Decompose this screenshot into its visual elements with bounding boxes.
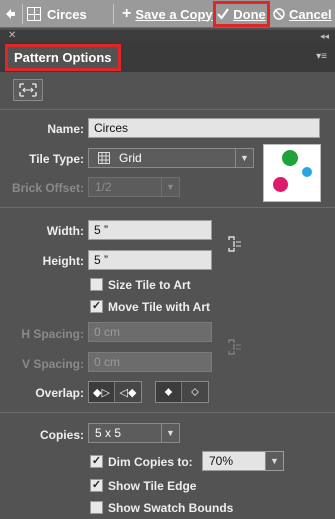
overlap-label: Overlap: bbox=[35, 386, 84, 400]
chevron-down-icon: ▼ bbox=[161, 178, 179, 196]
dim-copies-select[interactable]: 70% ▼ bbox=[202, 451, 284, 471]
brick-offset-value: 1/2 bbox=[95, 180, 112, 194]
brick-offset-select[interactable]: 1/2 ▼ bbox=[88, 177, 180, 197]
move-tile-with-art-label: Move Tile with Art bbox=[108, 300, 211, 314]
chevron-down-icon: ▼ bbox=[235, 149, 253, 167]
dim-copies-value: 70% bbox=[209, 454, 234, 468]
pattern-preview bbox=[263, 144, 321, 202]
panel-title-strip: ✕ ◂◂ bbox=[0, 30, 335, 42]
blue-circle bbox=[302, 167, 312, 177]
show-tile-edge-label: Show Tile Edge bbox=[108, 479, 197, 493]
show-swatch-bounds-checkbox[interactable] bbox=[90, 501, 103, 514]
pattern-swatch-icon bbox=[27, 7, 41, 21]
move-tile-with-art-checkbox[interactable]: ✓ bbox=[90, 300, 103, 313]
close-icon[interactable]: ✕ bbox=[8, 30, 16, 42]
v-spacing-label: V Spacing: bbox=[21, 357, 84, 371]
name-field[interactable]: Circes bbox=[88, 118, 320, 138]
top-in-front-icon[interactable]: ⬥ bbox=[156, 382, 182, 402]
copies-label: Copies: bbox=[39, 428, 84, 442]
left-in-front-icon[interactable]: ◆▷ bbox=[89, 382, 115, 402]
divider bbox=[0, 109, 335, 110]
chevron-down-icon: ▼ bbox=[265, 452, 283, 470]
dim-copies-label: Dim Copies to: bbox=[108, 455, 193, 469]
panel-header: Pattern Options ▾≡ bbox=[0, 42, 335, 72]
vertical-overlap-group: ⬥ ⬦ bbox=[155, 381, 209, 403]
width-field[interactable]: 5 ” bbox=[88, 220, 212, 240]
tile-type-value: Grid bbox=[119, 151, 142, 165]
grid-icon bbox=[98, 152, 110, 164]
divider bbox=[22, 4, 23, 24]
cancel-button[interactable]: Cancel bbox=[273, 0, 332, 28]
pink-circle bbox=[273, 177, 288, 192]
size-tile-to-art-label: Size Tile to Art bbox=[108, 278, 191, 292]
checkmark-icon bbox=[217, 8, 230, 20]
done-button[interactable]: Done bbox=[213, 1, 270, 27]
pattern-name-indicator: Circes bbox=[27, 0, 87, 28]
width-label: Width: bbox=[46, 224, 84, 238]
bottom-in-front-icon[interactable]: ⬦ bbox=[182, 382, 208, 402]
pattern-tile-tool-icon bbox=[19, 83, 37, 97]
arrow-left-icon bbox=[3, 7, 17, 21]
pattern-tile-tool-button[interactable] bbox=[13, 79, 43, 101]
plus-icon: + bbox=[122, 5, 132, 22]
divider bbox=[0, 207, 335, 208]
pattern-name: Circes bbox=[47, 6, 87, 22]
height-label: Height: bbox=[42, 254, 84, 268]
h-spacing-field[interactable]: 0 cm bbox=[88, 322, 212, 342]
tile-type-select[interactable]: Grid ▼ bbox=[88, 148, 254, 168]
name-label: Name: bbox=[47, 122, 84, 136]
copies-value: 5 x 5 bbox=[95, 426, 122, 440]
link-proportions-icon[interactable] bbox=[225, 233, 245, 258]
divider bbox=[0, 412, 335, 413]
h-spacing-label: H Spacing: bbox=[21, 327, 84, 341]
pattern-options-panel bbox=[0, 72, 335, 519]
height-field[interactable]: 5 ” bbox=[88, 250, 212, 270]
horizontal-overlap-group: ◆▷ ◁◆ bbox=[88, 381, 142, 403]
panel-menu-icon[interactable]: ▾≡ bbox=[316, 51, 327, 62]
show-tile-edge-checkbox[interactable]: ✓ bbox=[90, 479, 103, 492]
link-spacing-icon[interactable] bbox=[225, 336, 245, 361]
show-swatch-bounds-label: Show Swatch Bounds bbox=[108, 501, 234, 515]
divider bbox=[113, 4, 114, 24]
size-tile-to-art-checkbox[interactable] bbox=[90, 278, 103, 291]
back-button[interactable] bbox=[3, 0, 21, 28]
chevron-down-icon: ▼ bbox=[161, 424, 179, 442]
cancel-icon bbox=[273, 8, 285, 20]
brick-offset-label: Brick Offset: bbox=[11, 181, 84, 195]
green-circle bbox=[282, 150, 298, 166]
collapse-icon[interactable]: ◂◂ bbox=[320, 30, 329, 42]
tile-type-label: Tile Type: bbox=[29, 152, 84, 166]
copies-select[interactable]: 5 x 5 ▼ bbox=[88, 423, 180, 443]
v-spacing-field[interactable]: 0 cm bbox=[88, 352, 212, 372]
dim-copies-checkbox[interactable]: ✓ bbox=[90, 455, 103, 468]
save-copy-button[interactable]: + Save a Copy bbox=[122, 0, 213, 28]
tab-pattern-options[interactable]: Pattern Options bbox=[5, 44, 121, 71]
pattern-edit-bar: Circes + Save a Copy Done Cancel bbox=[0, 0, 335, 28]
right-in-front-icon[interactable]: ◁◆ bbox=[115, 382, 141, 402]
